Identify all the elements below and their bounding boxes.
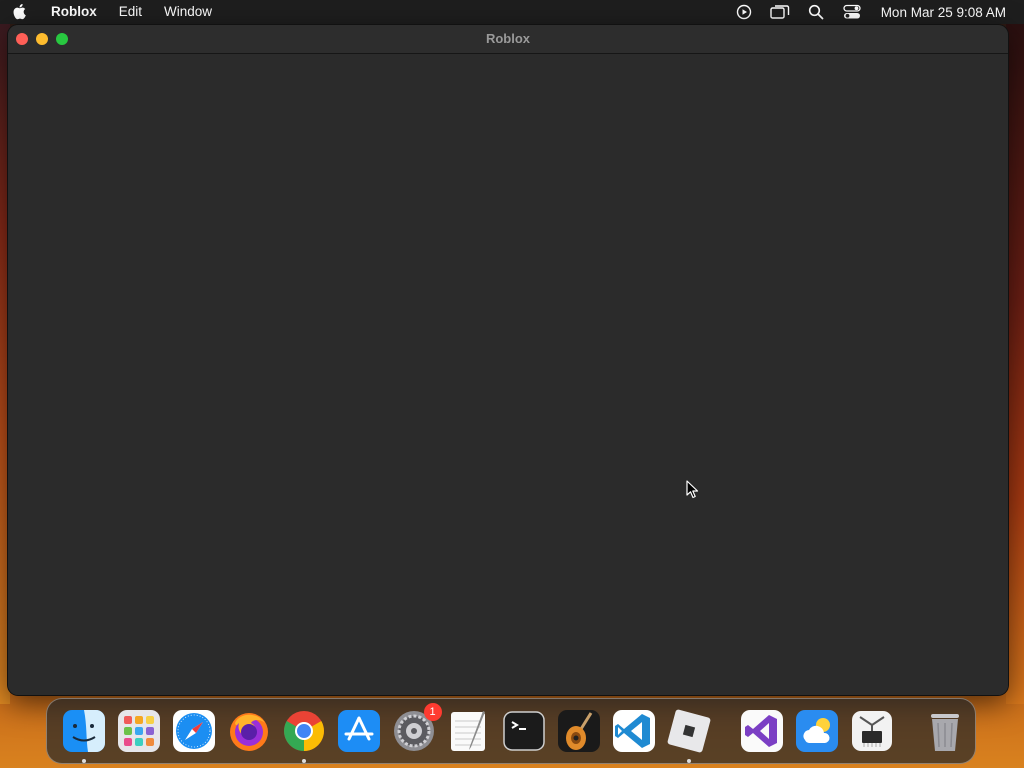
chrome-icon bbox=[283, 711, 324, 751]
control-center-icon[interactable] bbox=[841, 1, 863, 23]
dock-item-roblox[interactable] bbox=[667, 709, 711, 763]
menu-bar: Roblox Edit Window Mon Mar 25 9:08 AM bbox=[0, 0, 1024, 24]
menu-window[interactable]: Window bbox=[153, 0, 223, 24]
trash-icon bbox=[930, 714, 959, 751]
roblox-window: Roblox bbox=[8, 25, 1008, 695]
vscode-icon bbox=[612, 710, 655, 752]
garageband-icon bbox=[557, 710, 600, 752]
dock-item-finder[interactable] bbox=[62, 709, 106, 763]
screen-record-icon[interactable] bbox=[733, 1, 755, 23]
window-title: Roblox bbox=[485, 31, 531, 46]
weather-icon bbox=[795, 710, 838, 752]
finder-icon bbox=[62, 710, 105, 752]
apple-menu-icon[interactable] bbox=[0, 0, 40, 24]
dock-item-weather[interactable] bbox=[795, 709, 839, 753]
launchpad-icon bbox=[117, 710, 160, 752]
dock-item-vscode[interactable] bbox=[612, 709, 656, 753]
system-information-icon bbox=[851, 711, 892, 751]
dock-item-launchpad[interactable] bbox=[117, 709, 161, 753]
dock-item-firefox[interactable] bbox=[227, 709, 271, 753]
notification-badge: 1 bbox=[423, 703, 442, 721]
dock-item-system-settings[interactable]: 1 bbox=[392, 703, 442, 753]
spotlight-search-icon[interactable] bbox=[805, 1, 827, 23]
visual-studio-icon bbox=[740, 710, 783, 752]
textedit-icon bbox=[450, 711, 485, 751]
dock-item-system-information[interactable] bbox=[850, 709, 894, 753]
app-store-icon bbox=[337, 710, 380, 752]
mouse-pointer-icon bbox=[686, 480, 699, 499]
dock-item-visual-studio[interactable] bbox=[740, 709, 784, 753]
safari-icon bbox=[172, 710, 215, 752]
window-content-area[interactable] bbox=[8, 54, 1008, 695]
wallpaper-right-edge bbox=[1006, 24, 1024, 704]
dock-item-trash[interactable] bbox=[923, 709, 967, 753]
dock-item-app-store[interactable] bbox=[337, 709, 381, 753]
menu-app-name[interactable]: Roblox bbox=[40, 0, 108, 24]
dock-item-garageband[interactable] bbox=[557, 709, 601, 753]
menu-bar-clock[interactable]: Mon Mar 25 9:08 AM bbox=[881, 5, 1006, 20]
running-indicator bbox=[301, 759, 306, 763]
dock-item-textedit[interactable] bbox=[447, 709, 491, 753]
roblox-icon bbox=[667, 709, 710, 753]
firefox-icon bbox=[229, 713, 268, 751]
dock-item-chrome[interactable] bbox=[282, 709, 326, 763]
menu-bar-right: Mon Mar 25 9:08 AM bbox=[733, 0, 1024, 24]
window-titlebar[interactable]: Roblox bbox=[8, 25, 1008, 54]
screen-mirroring-icon[interactable] bbox=[769, 1, 791, 23]
running-indicator bbox=[686, 759, 691, 763]
dock: 1 bbox=[46, 698, 976, 764]
menu-bar-left: Roblox Edit Window bbox=[0, 0, 223, 24]
dock-item-terminal[interactable] bbox=[502, 709, 546, 753]
dock-item-safari[interactable] bbox=[172, 709, 216, 753]
menu-edit[interactable]: Edit bbox=[108, 0, 153, 24]
running-indicator bbox=[81, 759, 86, 763]
terminal-icon bbox=[502, 711, 545, 751]
